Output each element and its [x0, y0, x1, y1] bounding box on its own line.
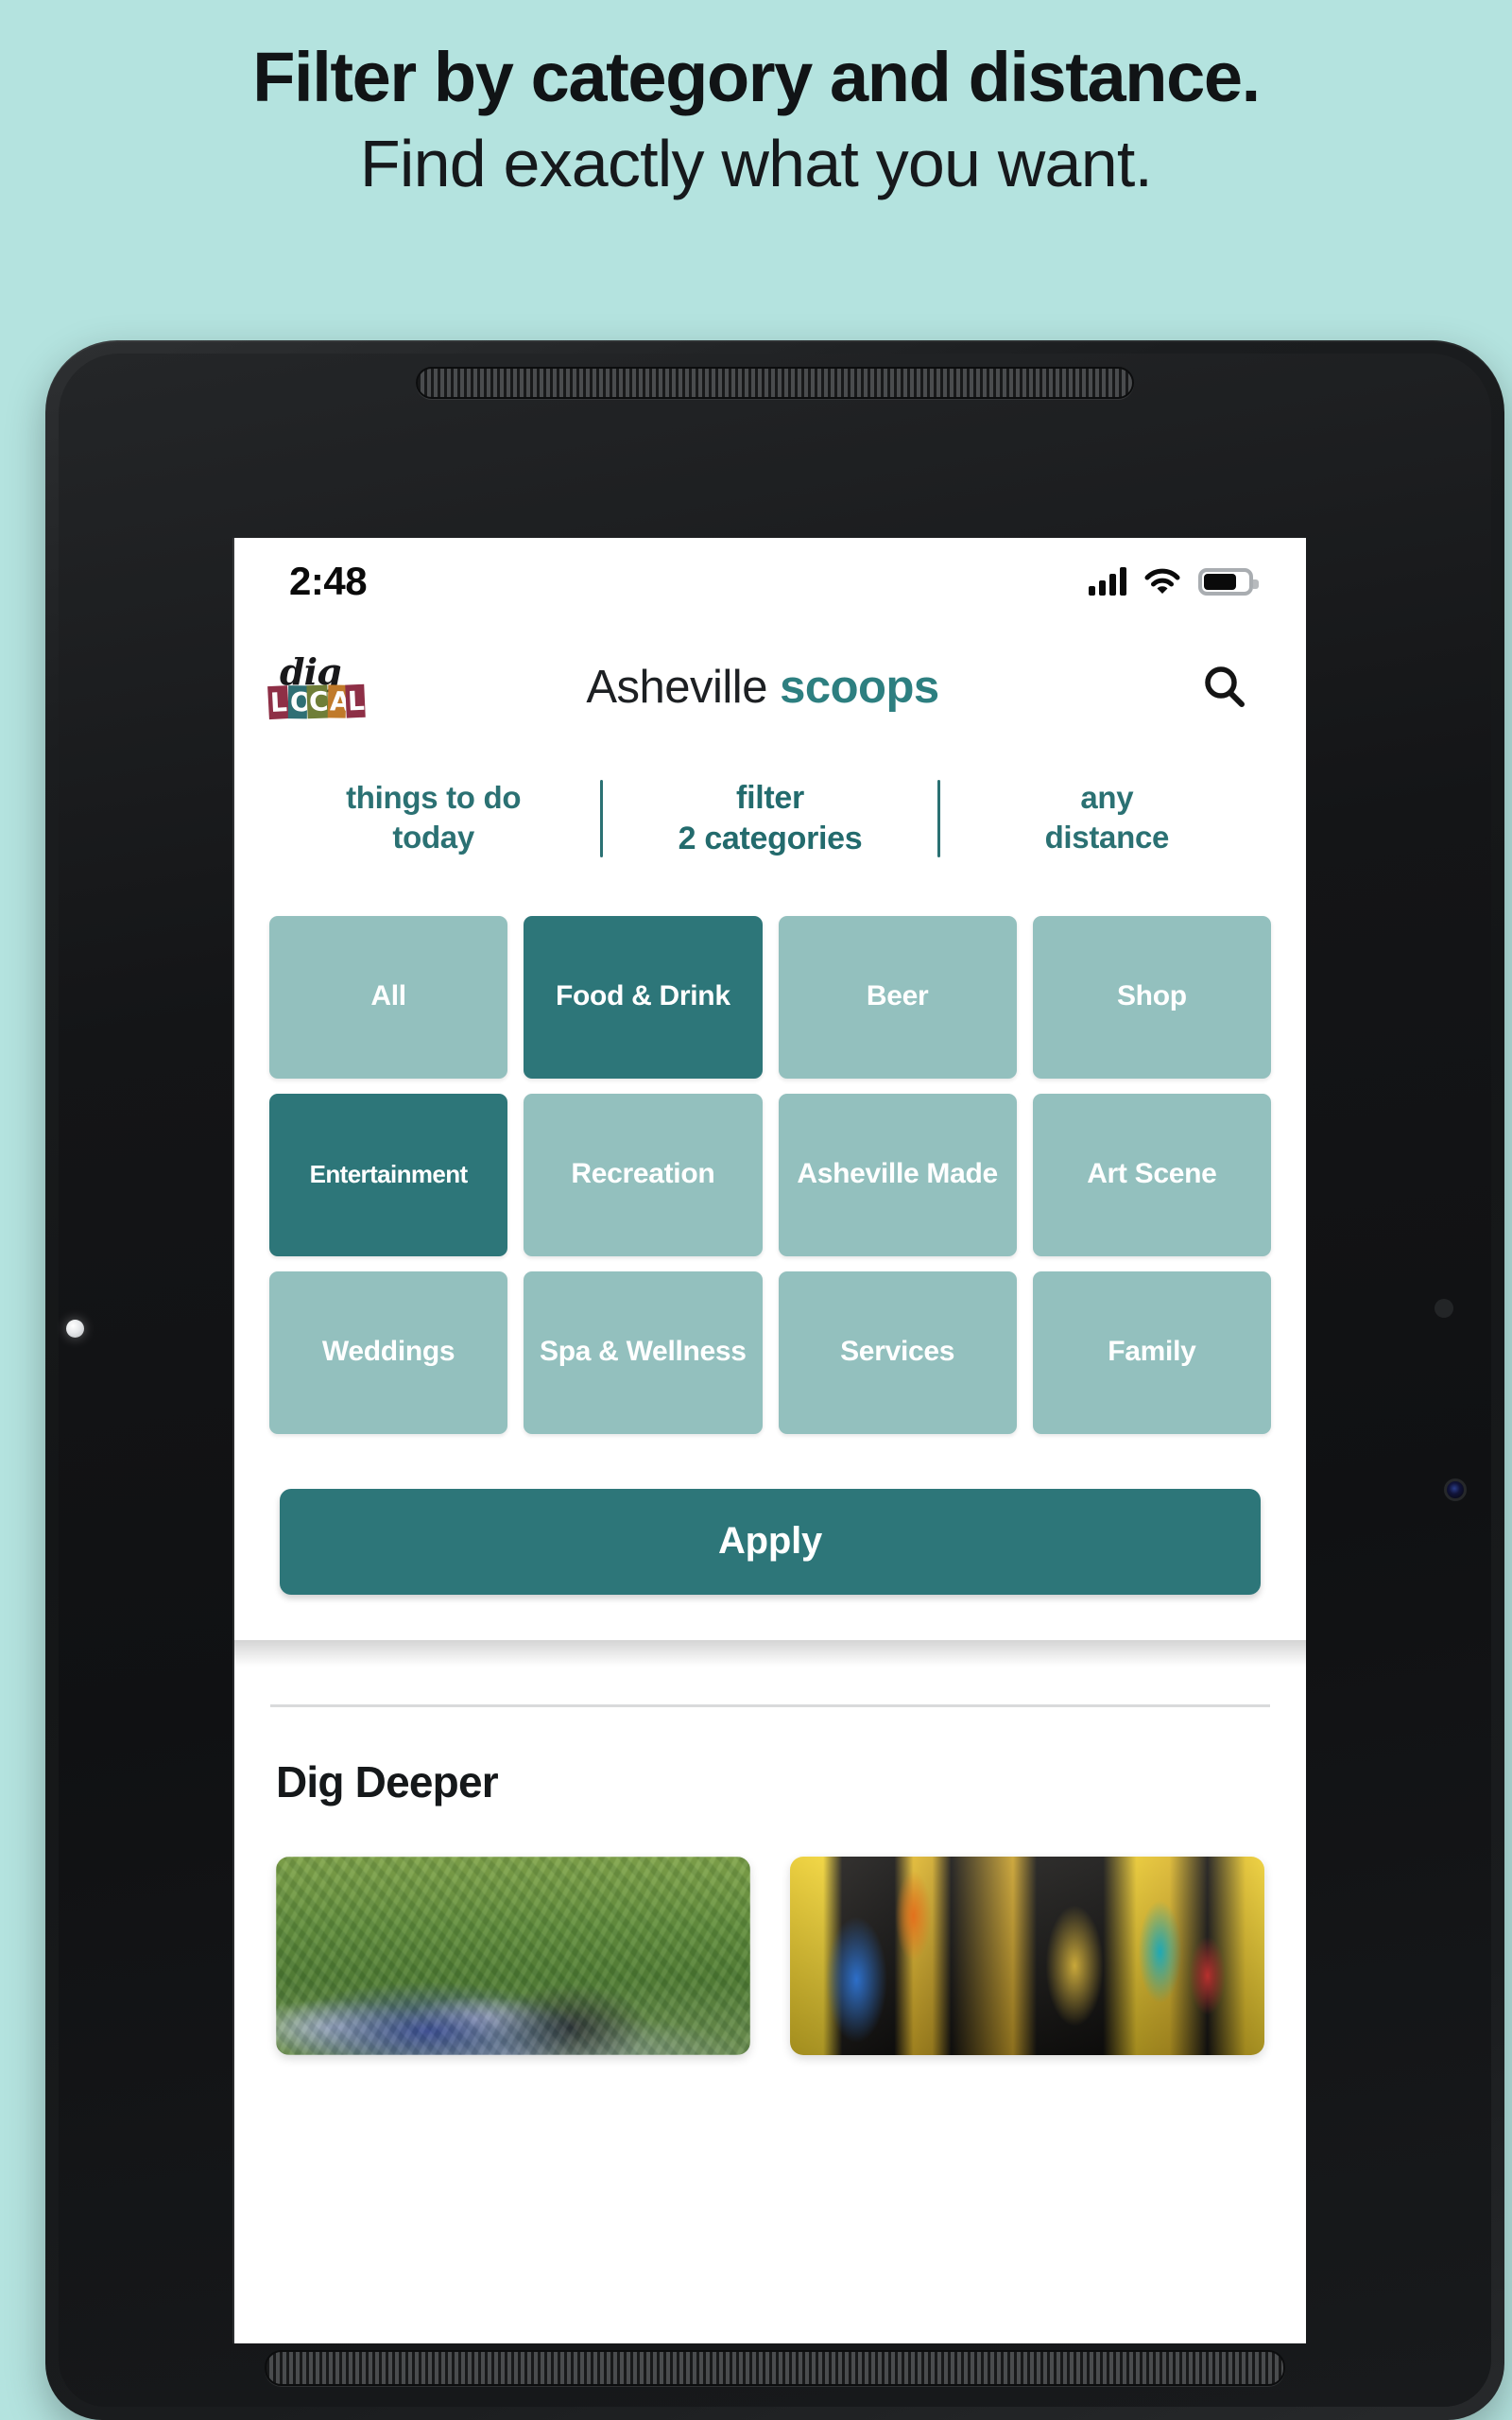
category-tile-food-drink[interactable]: Food & Drink [524, 915, 763, 1079]
filter-tab-things-to-do-line1: things to do [346, 780, 522, 815]
section-shadow-divider [234, 1639, 1306, 1667]
status-bar-icons [1089, 567, 1259, 596]
filter-tab-bar: things to do today filter 2 categories a… [234, 750, 1306, 884]
category-tile-entertainment[interactable]: Entertainment [269, 1093, 508, 1256]
logo-letter-o: O [288, 684, 313, 718]
category-tile-shop[interactable]: Shop [1032, 915, 1271, 1079]
status-bar: 2:48 [234, 538, 1306, 625]
category-grid: All Food & Drink Beer Shop Entertainment… [234, 884, 1306, 1434]
apply-button[interactable]: Apply [280, 1488, 1261, 1595]
app-header-bar: dig L O C A L Asheville scoops [234, 625, 1306, 750]
device-screen: 2:48 dig L O C A L Asheville scoops thin… [234, 538, 1306, 2343]
category-tile-services[interactable]: Services [778, 1270, 1017, 1434]
dig-deeper-card-2[interactable] [790, 1856, 1264, 2055]
page-title-scoops: scoops [780, 662, 939, 713]
dig-deeper-card-1[interactable] [276, 1856, 750, 2055]
battery-icon [1198, 567, 1259, 596]
filter-tab-distance-line1: any [1080, 780, 1134, 815]
dig-local-logo[interactable]: dig L O C A L [263, 654, 367, 719]
filter-tab-distance-line2: distance [1044, 819, 1170, 855]
logo-letter-l2: L [345, 683, 367, 718]
page-title-city: Asheville [586, 662, 767, 713]
tablet-bezel: 2:48 dig L O C A L Asheville scoops thin… [59, 354, 1491, 2407]
bottom-speaker-grille-icon [265, 2350, 1285, 2386]
search-button[interactable] [1187, 664, 1263, 711]
category-tile-family[interactable]: Family [1032, 1270, 1271, 1434]
category-tile-spa-wellness[interactable]: Spa & Wellness [524, 1270, 763, 1434]
logo-letter-c: C [306, 684, 329, 718]
filter-tab-things-to-do[interactable]: things to do today [266, 774, 600, 863]
wifi-icon [1144, 568, 1180, 594]
category-tile-all[interactable]: All [269, 915, 508, 1079]
dig-deeper-heading: Dig Deeper [276, 1756, 499, 1806]
category-tile-recreation[interactable]: Recreation [524, 1093, 763, 1256]
dig-deeper-card-1-image [276, 1856, 750, 2055]
status-bar-clock: 2:48 [289, 559, 368, 603]
top-speaker-grille-icon [416, 367, 1134, 399]
category-tile-art-scene[interactable]: Art Scene [1032, 1093, 1271, 1256]
page-title: Asheville scoops [338, 661, 1187, 714]
front-camera-lens-icon [1444, 1478, 1467, 1501]
dig-deeper-card-list [234, 1807, 1306, 2055]
front-led-indicator-icon [66, 1320, 84, 1338]
apply-button-container: Apply [234, 1434, 1306, 1640]
cellular-signal-icon [1089, 567, 1126, 596]
category-tile-asheville-made[interactable]: Asheville Made [778, 1093, 1017, 1256]
logo-local-blocks: L O C A L [267, 683, 367, 719]
filter-tab-filter-line1: filter [736, 780, 804, 816]
search-icon [1205, 666, 1245, 707]
logo-letter-l1: L [267, 684, 290, 719]
filter-tab-filter-line2: 2 categories [678, 820, 863, 856]
headline-line-1: Filter by category and distance. [252, 38, 1261, 116]
filter-tab-distance[interactable]: any distance [940, 774, 1274, 863]
dig-deeper-card-2-image [790, 1856, 1264, 2055]
filter-tab-things-to-do-line2: today [392, 819, 474, 855]
proximity-sensor-icon [1435, 1299, 1453, 1318]
logo-letter-a: A [328, 683, 351, 718]
promo-headline: Filter by category and distance. Find ex… [0, 0, 1512, 203]
tablet-device-frame: 2:48 dig L O C A L Asheville scoops thin… [45, 340, 1504, 2420]
category-tile-beer[interactable]: Beer [778, 915, 1017, 1079]
headline-line-2: Find exactly what you want. [359, 126, 1153, 200]
category-tile-weddings[interactable]: Weddings [269, 1270, 508, 1434]
filter-tab-filter[interactable]: filter 2 categories [603, 774, 936, 863]
